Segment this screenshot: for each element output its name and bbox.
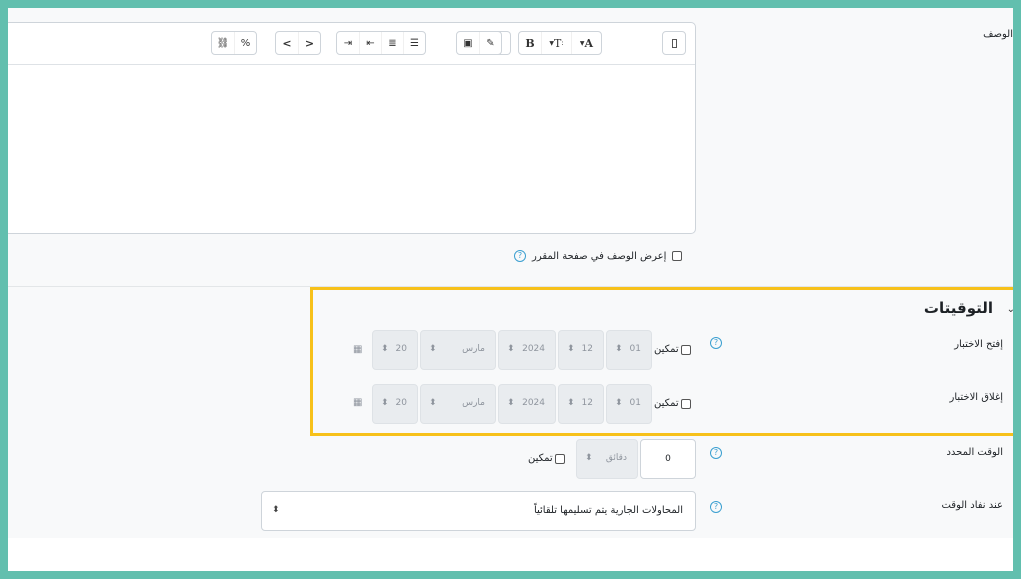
time-limit-unit-select[interactable]: دقائق ⬍: [576, 439, 638, 479]
toolbar-group-lists: ⇥ ⇤ ≣ ☰: [336, 31, 426, 55]
show-description-label: إعرض الوصف في صفحة المقرر: [532, 250, 667, 262]
when-time-expires-value: المحاولات الجارية يتم تسليمها تلقائياً: [533, 505, 683, 516]
font-color-button[interactable]: ▼ A: [571, 32, 601, 54]
unordered-list-icon: ☰: [410, 37, 419, 49]
help-icon[interactable]: ?: [514, 250, 526, 262]
indent-button[interactable]: ⇥: [337, 32, 359, 54]
ltr-icon: <: [282, 36, 292, 50]
when-time-expires-select[interactable]: المحاولات الجارية يتم تسليمها تلقائياً ⬍: [261, 491, 696, 531]
unlink-button[interactable]: ⛓: [212, 32, 234, 54]
unlink-icon: ⛓: [216, 37, 230, 49]
font-color-icon: A: [584, 36, 594, 50]
bold-button[interactable]: B: [519, 32, 541, 54]
sort-arrows-icon: ⬍: [585, 453, 593, 463]
help-icon[interactable]: ?: [710, 447, 722, 459]
indent-icon: ⇥: [343, 37, 353, 49]
paragraph-mark: :: [561, 39, 564, 47]
media-icon: ▣: [463, 37, 473, 49]
unordered-list-button[interactable]: ☰: [403, 32, 425, 54]
rtl-button[interactable]: >: [298, 32, 320, 54]
toolbar-group-insert: ▣ ✎: [456, 31, 502, 55]
rtl-icon: >: [304, 36, 315, 50]
bold-icon: B: [525, 36, 535, 50]
when-time-expires-label: عند نفاد الوقت: [941, 500, 1003, 511]
description-editor: B ▼T: ▼A I ▣ ✎ ⇥ ⇤ ≣ ☰ < >: [8, 22, 696, 234]
timing-highlight-box: [310, 287, 1013, 436]
time-limit-unit-value: دقائق: [605, 453, 627, 463]
edit-button[interactable]: ✎: [479, 32, 501, 54]
link-button[interactable]: %: [234, 32, 256, 54]
edit-icon: ✎: [486, 37, 495, 49]
ltr-button[interactable]: <: [276, 32, 298, 54]
show-description-row: إعرض الوصف في صفحة المقرر ?: [514, 250, 683, 262]
page: الوصف B ▼T: ▼A I ▣ ✎: [8, 8, 1013, 571]
show-description-checkbox[interactable]: [672, 251, 683, 261]
ordered-list-button[interactable]: ≣: [381, 32, 403, 54]
time-limit-input[interactable]: 0: [640, 439, 696, 479]
toolbar-group-direction: < >: [275, 31, 321, 55]
time-limit-enable-label: تمكين: [528, 453, 553, 464]
time-limit-label: الوقت المحدد: [946, 447, 1003, 458]
toolbar-group-toggle: [662, 31, 686, 55]
description-label: الوصف: [983, 29, 1013, 40]
paragraph-style-button[interactable]: ▼ T:: [541, 32, 571, 54]
outdent-button[interactable]: ⇤: [359, 32, 381, 54]
link-icon: %: [240, 37, 251, 49]
time-limit-enable: تمكين: [528, 453, 565, 464]
sort-arrows-icon: ⬍: [272, 505, 280, 515]
time-limit-enable-checkbox[interactable]: [554, 453, 565, 464]
editor-toolbar: B ▼T: ▼A I ▣ ✎ ⇥ ⇤ ≣ ☰ < >: [8, 23, 695, 65]
media-button[interactable]: ▣: [457, 32, 479, 54]
toolbar-group-format: B ▼ T: ▼ A: [518, 31, 602, 55]
editor-content-area[interactable]: [8, 66, 695, 233]
ordered-list-icon: ≣: [388, 37, 397, 49]
toggle-icon: [671, 38, 677, 48]
paragraph-icon: T: [553, 36, 562, 50]
toolbar-group-links: ⛓ %: [211, 31, 257, 55]
toggle-toolbar-button[interactable]: [663, 32, 685, 54]
help-icon[interactable]: ?: [710, 501, 722, 513]
outdent-icon: ⇤: [366, 37, 375, 49]
